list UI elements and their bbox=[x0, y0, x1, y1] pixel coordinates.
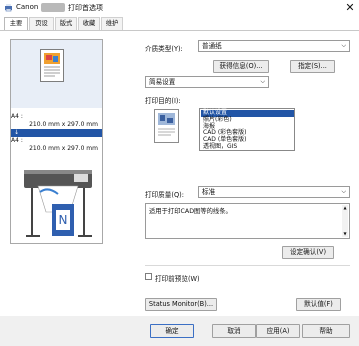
chevron-down-icon: ⌵ bbox=[341, 42, 346, 49]
quality-description-box: 适用于打印CAD图等的线条。 ▲ ▼ bbox=[145, 203, 350, 239]
title-bar: Canon 打印首选项 ✕ bbox=[0, 0, 359, 15]
defaults-button[interactable]: 默认值(F) bbox=[296, 298, 341, 311]
svg-text:N: N bbox=[59, 213, 68, 227]
specify-button[interactable]: 指定(S)... bbox=[290, 60, 335, 73]
tab-favorites[interactable]: 收藏 bbox=[78, 17, 100, 30]
tab-bar: 主要 页设置 版式 收藏 维护 bbox=[0, 17, 359, 39]
description-scrollbar[interactable]: ▲ ▼ bbox=[342, 205, 348, 237]
print-quality-label: 打印质量(Q): bbox=[145, 191, 184, 199]
tab-main[interactable]: 主要 bbox=[4, 17, 28, 31]
preview-before-print-checkbox[interactable] bbox=[145, 273, 152, 280]
redacted-model-name bbox=[41, 3, 65, 12]
help-button[interactable]: 帮助 bbox=[302, 324, 350, 338]
source-size-dimensions: 210.0 mm x 297.0 mm bbox=[29, 121, 98, 128]
scroll-down-icon[interactable]: ▼ bbox=[342, 231, 348, 237]
paper-size-info: A4 : 210.0 mm x 297.0 mm ↓ 实际尺寸 A4 : 210… bbox=[11, 113, 102, 152]
status-monitor-button[interactable]: Status Monitor(B)... bbox=[145, 298, 217, 311]
page-preview-icon bbox=[40, 49, 64, 82]
window-title-brand: Canon bbox=[16, 3, 39, 11]
ok-button[interactable]: 确定 bbox=[150, 324, 194, 338]
output-size-label: A4 : bbox=[11, 137, 23, 144]
purpose-thumbnail bbox=[154, 109, 179, 143]
chevron-down-icon: ⌵ bbox=[260, 78, 265, 85]
scroll-up-icon[interactable]: ▲ bbox=[342, 205, 348, 211]
preview-before-print-label: 打印前预览(W) bbox=[155, 275, 200, 283]
source-size-label: A4 : bbox=[11, 113, 23, 120]
scaling-mode-label: ↓ 实际尺寸 bbox=[11, 129, 102, 152]
setting-mode-select[interactable]: 简易设置 ⌵ bbox=[145, 76, 269, 88]
large-format-printer-icon: N bbox=[24, 170, 92, 237]
media-type-select[interactable]: 普通纸 ⌵ bbox=[198, 40, 350, 52]
arrow-down-icon: ↓ bbox=[14, 129, 20, 136]
chevron-down-icon: ⌵ bbox=[341, 188, 346, 195]
print-purpose-label: 打印目的(I): bbox=[145, 97, 181, 105]
quality-description-text: 适用于打印CAD图等的线条。 bbox=[149, 208, 232, 215]
media-type-value: 普通纸 bbox=[202, 42, 222, 50]
separator bbox=[145, 265, 350, 266]
print-quality-value: 标准 bbox=[202, 188, 216, 196]
window-title-suffix: 打印首选项 bbox=[68, 4, 103, 12]
apply-button[interactable]: 应用(A) bbox=[256, 324, 300, 338]
tab-page-setup[interactable]: 页设置 bbox=[29, 17, 54, 39]
media-type-label: 介质类型(Y): bbox=[145, 45, 183, 53]
cancel-button[interactable]: 取消 bbox=[212, 324, 256, 338]
purpose-item-gis[interactable]: 透视图，GIS bbox=[201, 143, 294, 151]
print-quality-select[interactable]: 标准 ⌵ bbox=[198, 186, 350, 198]
printer-app-icon bbox=[5, 4, 12, 12]
get-info-button[interactable]: 获得信息(O)... bbox=[213, 60, 269, 73]
setting-mode-value: 简易设置 bbox=[149, 78, 176, 86]
close-button[interactable]: ✕ bbox=[343, 1, 357, 14]
tab-layout[interactable]: 版式 bbox=[55, 17, 77, 30]
tab-maintenance[interactable]: 维护 bbox=[101, 17, 123, 30]
print-purpose-list[interactable]: 默认设置 照片(彩色) 海报 CAD (彩色套版) CAD (单色套版) 透视图… bbox=[199, 108, 295, 151]
confirm-settings-button[interactable]: 设定确认(V) bbox=[282, 246, 334, 259]
